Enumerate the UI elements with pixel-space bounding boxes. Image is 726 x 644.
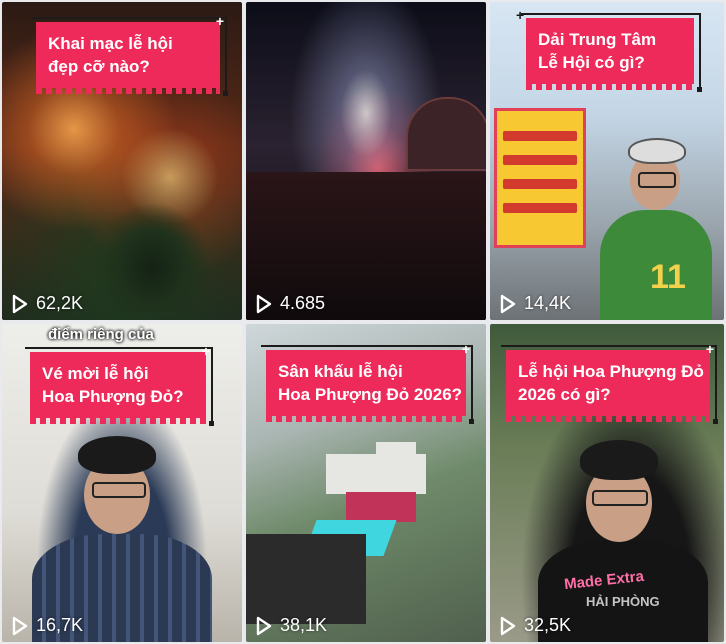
video-title-card-1: Khai mạc lễ hội đẹp cỡ nào? + [31, 14, 228, 96]
play-outline-icon [500, 616, 516, 636]
video-title-line: Vé mời lễ hội [42, 364, 149, 383]
play-outline-icon [256, 616, 272, 636]
play-outline-icon [500, 294, 516, 314]
video-title-line: Dải Trung Tâm [538, 30, 657, 49]
view-count-4: 16,7K [12, 615, 83, 636]
video-title-line: Khai mạc lễ hội [48, 34, 173, 53]
view-count-text: 14,4K [524, 293, 572, 313]
video-thumbnail-3[interactable]: Dải Trung Tâm Lễ Hội có gì? + 11 14,4K [490, 2, 724, 320]
building [376, 442, 416, 464]
video-thumbnail-2[interactable]: 4.685 [246, 2, 486, 320]
watermark: HẢI PHÒNG [586, 594, 660, 609]
video-title-line: Lễ Hội có gì? [538, 53, 645, 72]
video-thumbnail-4[interactable]: điểm riêng của Vé mời lễ hội Hoa Phượng … [2, 324, 242, 642]
video-thumbnail-6[interactable]: Lễ hội Hoa Phượng Đỏ 2026 có gì? + Made … [490, 324, 724, 642]
video-title-card-6: Lễ hội Hoa Phượng Đỏ 2026 có gì? + [501, 342, 718, 424]
view-count-6: 32,5K [500, 615, 571, 636]
video-title-card-3: Dải Trung Tâm Lễ Hội có gì? + [516, 8, 702, 92]
video-title-card-4: Vé mời lễ hội Hoa Phượng Đỏ? + [25, 344, 214, 426]
view-count-3: 14,4K [500, 293, 571, 314]
video-title-line: 2026 có gì? [518, 385, 611, 404]
view-count-1: 62,2K [12, 293, 83, 314]
view-count-5: 38,1K [256, 615, 327, 636]
plus-decoration-icon: + [215, 13, 224, 29]
video-thumbnail-1[interactable]: Khai mạc lễ hội đẹp cỡ nào? + 62,2K [2, 2, 242, 320]
dot-decoration-icon [713, 419, 718, 424]
dot-decoration-icon [469, 419, 474, 424]
view-count-text: 4.685 [280, 293, 326, 313]
plus-decoration-icon: + [461, 341, 470, 357]
festival-poster [494, 108, 586, 248]
play-outline-icon [12, 294, 28, 314]
stadium-structure [406, 97, 486, 171]
view-count-text: 32,5K [524, 615, 572, 635]
video-thumbnail-5[interactable]: Sân khấu lễ hội Hoa Phượng Đỏ 2026? + 38… [246, 324, 486, 642]
video-grid: Khai mạc lễ hội đẹp cỡ nào? + 62,2K 4.68… [0, 0, 726, 644]
stage [346, 492, 416, 522]
video-title-card-5: Sân khấu lễ hội Hoa Phượng Đỏ 2026? + [261, 342, 474, 424]
shirt-number: 11 [650, 258, 686, 296]
view-count-text: 38,1K [280, 615, 328, 635]
view-count-text: 62,2K [36, 293, 84, 313]
play-outline-icon [256, 294, 272, 314]
presenter: 11 [590, 132, 720, 320]
plus-decoration-icon: + [705, 341, 714, 357]
video-title-line: Lễ hội Hoa Phượng Đỏ [518, 362, 704, 381]
dark-roof [246, 534, 366, 624]
play-outline-icon [12, 616, 28, 636]
view-count-text: 16,7K [36, 615, 84, 635]
presenter [22, 424, 222, 642]
palm-tree-silhouette [92, 202, 212, 312]
dot-decoration-icon [223, 91, 228, 96]
plus-decoration-icon: + [201, 343, 210, 359]
presenter: Made Extra [530, 424, 710, 642]
plus-decoration-icon: + [516, 7, 525, 23]
video-title-line: Hoa Phượng Đỏ 2026? [278, 385, 463, 404]
dot-decoration-icon [697, 87, 702, 92]
view-count-2: 4.685 [256, 293, 325, 314]
overlay-caption: điểm riêng của [48, 326, 154, 343]
video-title-line: đẹp cỡ nào? [48, 57, 150, 76]
video-title-line: Sân khấu lễ hội [278, 362, 403, 381]
video-title-line: Hoa Phượng Đỏ? [42, 387, 184, 406]
